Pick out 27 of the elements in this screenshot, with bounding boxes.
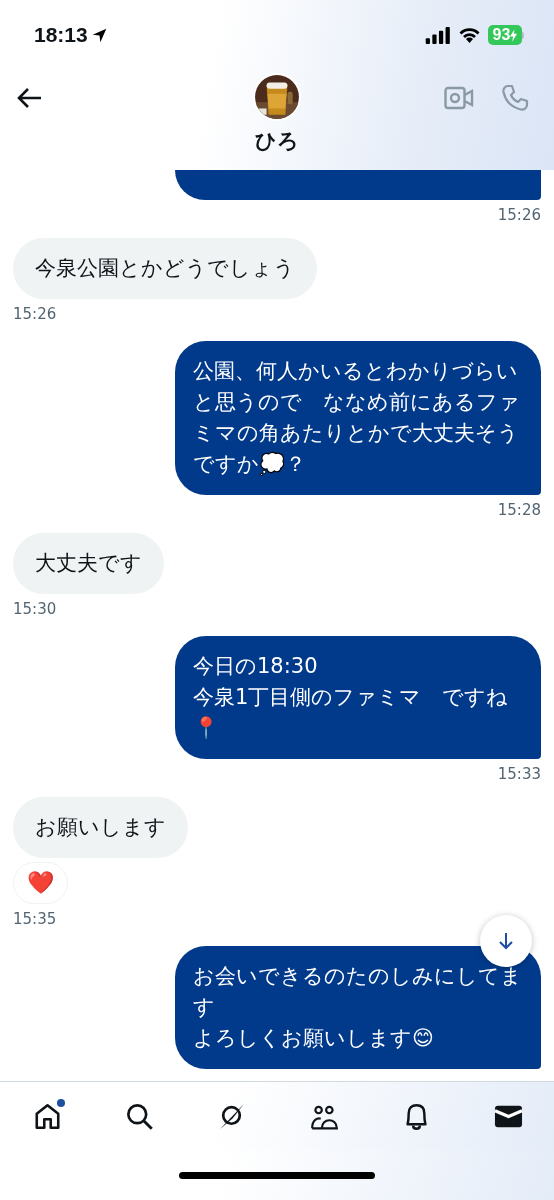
home-icon[interactable]	[32, 1101, 62, 1131]
message-text: 公園、何人かいるとわかりづらいと思うので ななめ前にあるファミマの角あたりとかで大丈夫そうですか💭？	[193, 358, 521, 478]
message-text: 📍	[193, 715, 220, 742]
down-arrow-icon	[496, 931, 516, 951]
message-text: よろしくお願いします😊	[193, 1025, 435, 1052]
location-arrow-icon	[90, 26, 108, 44]
scroll-down-button[interactable]	[480, 915, 532, 967]
message-text: 今泉1丁目側のファミマ ですね	[193, 684, 510, 711]
reaction-badge[interactable]: ❤	[13, 862, 68, 904]
message-text: 今泉公園とかどうでしょう	[35, 255, 295, 282]
message-text: お願いします	[35, 814, 166, 841]
back-arrow-icon[interactable]	[16, 87, 42, 109]
message-time: 15:28	[497, 501, 541, 519]
wifi-icon	[457, 26, 482, 44]
message-time: 15:33	[497, 765, 541, 783]
message-text: お会いできるのたのしみにしてます	[193, 963, 523, 1021]
message-time: 15:35	[13, 910, 57, 928]
message-text: 大丈夫です	[35, 550, 142, 577]
message-time: 15:26	[497, 206, 541, 224]
battery-indicator: 93	[488, 25, 522, 45]
message-text: 今日の18:30	[193, 653, 319, 680]
signal-icon	[425, 26, 451, 44]
message-time: 15:26	[13, 305, 57, 323]
message-time: 15:30	[13, 600, 57, 618]
status-time: 18:13	[34, 23, 88, 47]
search-icon[interactable]	[124, 1101, 154, 1131]
contact-name: ひろ	[255, 128, 299, 155]
